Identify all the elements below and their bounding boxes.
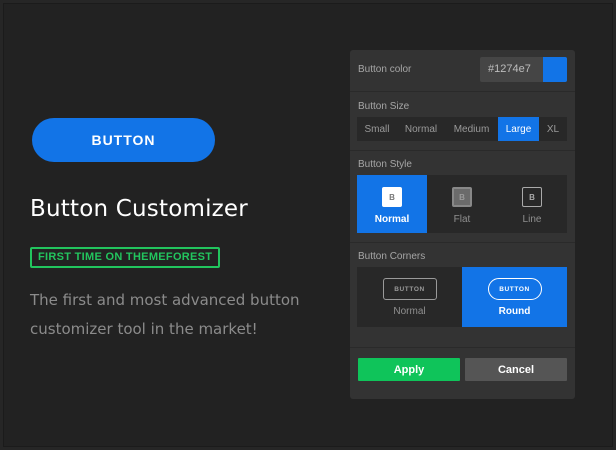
size-option-normal[interactable]: Normal (397, 117, 445, 141)
corner-option-label: Round (498, 306, 531, 317)
corner-option-round[interactable]: BUTTON Round (462, 267, 567, 327)
button-color-label: Button color (358, 64, 412, 75)
normal-style-icon: B (382, 187, 402, 207)
corners-selector: BUTTON Normal BUTTON Round (357, 267, 567, 327)
corner-option-label: Normal (393, 306, 426, 317)
style-option-flat[interactable]: B Flat (427, 175, 497, 233)
hero-button[interactable]: BUTTON (32, 118, 215, 162)
divider (350, 150, 575, 151)
size-option-large[interactable]: Large (498, 117, 539, 141)
style-option-normal[interactable]: B Normal (357, 175, 427, 233)
size-option-medium[interactable]: Medium (445, 117, 498, 141)
button-corners-label: Button Corners (358, 251, 426, 262)
apply-button[interactable]: Apply (358, 358, 460, 381)
corner-option-normal[interactable]: BUTTON Normal (357, 267, 462, 327)
button-style-label: Button Style (358, 159, 412, 170)
line-style-icon: B (522, 187, 542, 207)
size-option-small[interactable]: Small (357, 117, 397, 141)
style-selector: B Normal B Flat B Line (357, 175, 567, 233)
cancel-button[interactable]: Cancel (465, 358, 567, 381)
size-selector: Small Normal Medium Large XL (357, 117, 567, 141)
page-title: Button Customizer (30, 196, 248, 222)
style-option-label: Flat (453, 214, 471, 225)
round-corner-icon: BUTTON (487, 278, 542, 300)
customizer-panel: Button color #1274e7 Button Size Small N… (350, 50, 575, 399)
size-option-xl[interactable]: XL (539, 117, 567, 141)
divider (350, 91, 575, 92)
themeforest-badge: FIRST TIME ON THEMEFOREST (30, 247, 221, 268)
description: The first and most advanced button custo… (30, 291, 300, 338)
color-hex-value[interactable]: #1274e7 (480, 57, 543, 82)
color-input[interactable]: #1274e7 (480, 57, 567, 82)
style-option-line[interactable]: B Line (497, 175, 567, 233)
divider (350, 242, 575, 243)
flat-style-icon: B (452, 187, 472, 207)
square-corner-icon: BUTTON (382, 278, 437, 300)
style-option-label: Line (522, 214, 542, 225)
button-size-label: Button Size (358, 101, 410, 112)
divider (350, 347, 575, 348)
style-option-label: Normal (374, 214, 410, 225)
color-swatch[interactable] (543, 57, 567, 82)
